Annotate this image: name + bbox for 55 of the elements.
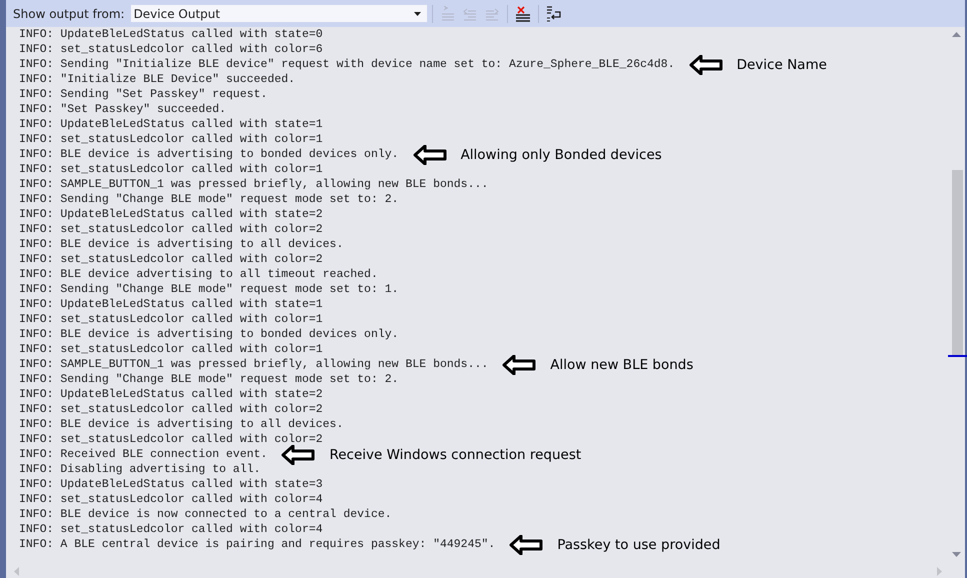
log-line: INFO: Sending "Set Passkey" request. <box>19 87 268 102</box>
log-line: INFO: BLE device is advertising to all devices. <box>19 237 344 252</box>
left-arrow-icon <box>688 54 723 74</box>
log-line: INFO: BLE device advertising to all timeout reached. <box>19 267 378 282</box>
log-line: INFO: A BLE central device is pairing and requires passkey: "449245". <box>19 537 496 552</box>
annotation-label: Device Name <box>736 56 827 72</box>
log-line: INFO: set_statusLedcolor called with color=2 <box>19 432 323 447</box>
log-line: INFO: BLE device is advertising to bonded devices only. <box>19 147 399 162</box>
log-line: INFO: Sending "Change BLE mode" request mode set to: 2. <box>19 372 399 387</box>
annotation-label: Receive Windows connection request <box>329 446 582 462</box>
log-line: INFO: UpdateBleLedStatus called with state=1 <box>19 297 323 312</box>
log-line: INFO: UpdateBleLedStatus called with state=3 <box>19 477 323 492</box>
log-line: INFO: set_statusLedcolor called with color=2 <box>19 402 323 417</box>
log-line: INFO: UpdateBleLedStatus called with state=2 <box>19 207 323 222</box>
log-line: INFO: Sending "Change BLE mode" request mode set to: 1. <box>19 282 399 297</box>
output-source-dropdown[interactable]: Device Output <box>130 4 428 23</box>
annotation-label: Allow new BLE bonds <box>550 356 694 372</box>
log-line: INFO: BLE device is advertising to bonded devices only. <box>19 327 399 342</box>
log-line: INFO: "Initialize BLE Device" succeeded. <box>19 72 296 87</box>
annotation-label: Passkey to use provided <box>557 536 720 552</box>
log-line: INFO: set_statusLedcolor called with color=6 <box>19 42 323 57</box>
log-line: INFO: UpdateBleLedStatus called with state=0 <box>19 27 323 42</box>
word-wrap-icon[interactable] <box>546 6 562 22</box>
log-line: INFO: SAMPLE_BUTTON_1 was pressed briefly, allowing new BLE bonds... <box>19 177 488 192</box>
left-arrow-icon <box>412 144 447 164</box>
log-line: INFO: set_statusLedcolor called with color=1 <box>19 342 323 357</box>
log-line: INFO: "Set Passkey" succeeded. <box>19 102 226 117</box>
scroll-thumb[interactable] <box>952 170 963 355</box>
left-arrow-icon <box>281 444 316 464</box>
log-line: INFO: set_statusLedcolor called with color=4 <box>19 522 323 537</box>
output-source-label: Show output from: <box>13 6 125 20</box>
annotation-label: Allowing only Bonded devices <box>460 146 662 162</box>
log-line: INFO: set_statusLedcolor called with color=1 <box>19 132 323 147</box>
log-line: INFO: SAMPLE_BUTTON_1 was pressed briefly, allowing new BLE bonds... <box>19 357 488 372</box>
log-line: INFO: Received BLE connection event. <box>19 447 268 462</box>
log-line: INFO: Sending "Change BLE mode" request mode set to: 2. <box>19 192 399 207</box>
log-line: INFO: set_statusLedcolor called with color=1 <box>19 312 323 327</box>
log-line: INFO: UpdateBleLedStatus called with state=2 <box>19 387 323 402</box>
log-line: INFO: Disabling advertising to all. <box>19 462 261 477</box>
scroll-right-icon[interactable] <box>937 567 942 576</box>
left-arrow-icon <box>502 354 536 374</box>
left-arrow-icon <box>509 534 544 554</box>
log-line: INFO: BLE device is advertising to all devices. <box>19 417 344 432</box>
log-line: INFO: set_statusLedcolor called with color=4 <box>19 492 323 507</box>
scroll-left-icon[interactable] <box>14 567 19 576</box>
caret-icon <box>414 12 421 16</box>
scroll-up-icon[interactable] <box>952 32 961 37</box>
clear-all-icon[interactable] <box>514 6 531 22</box>
scroll-down-icon[interactable] <box>952 552 961 557</box>
log-line: INFO: set_statusLedcolor called with color=2 <box>19 252 323 267</box>
log-line: INFO: set_statusLedcolor called with color=2 <box>19 222 323 237</box>
log-line: INFO: BLE device is now connected to a central device. <box>19 507 392 522</box>
log-line: INFO: UpdateBleLedStatus called with state=1 <box>19 117 323 132</box>
log-line: INFO: Sending "Initialize BLE device" request with device name set to: Azure_Sphere_BLE_26c4d8. <box>19 57 675 72</box>
log-line: INFO: set_statusLedcolor called with color=1 <box>19 162 323 177</box>
